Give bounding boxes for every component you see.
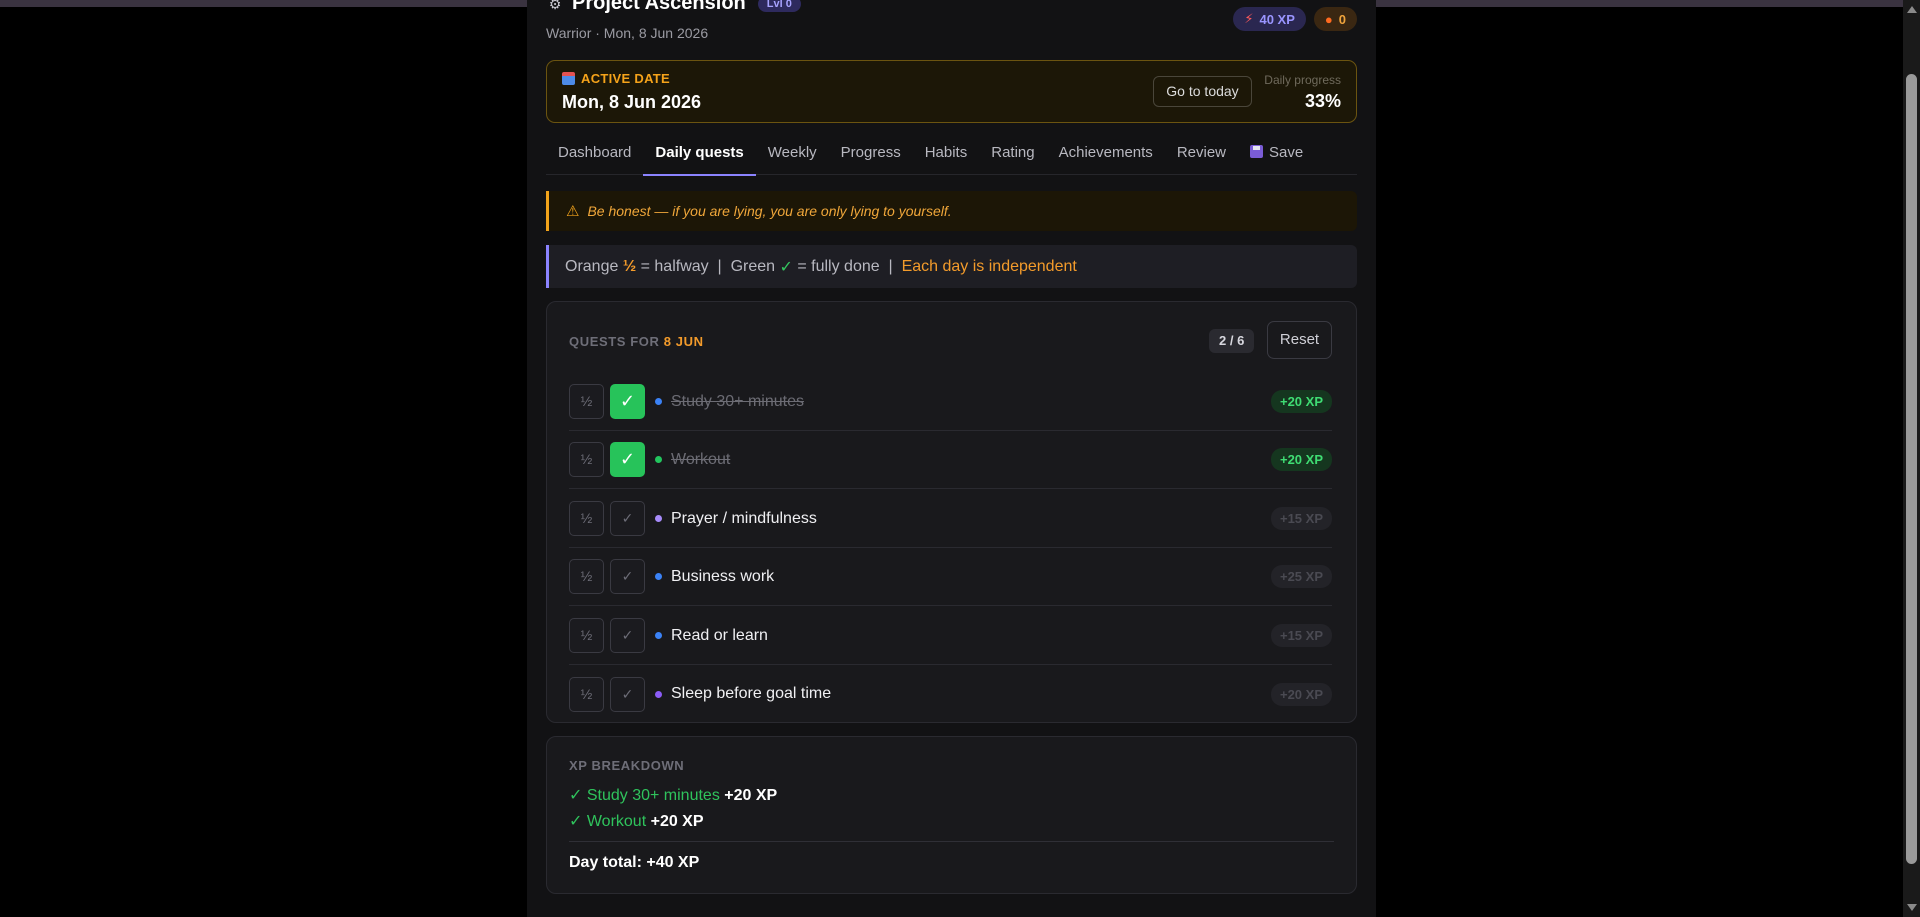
streak-badge: ● 0	[1313, 7, 1357, 31]
app-title: Project Ascension	[572, 0, 746, 14]
quest-name: Workout	[671, 450, 731, 468]
calendar-icon	[562, 72, 575, 85]
header-badges: ⚡ 40 XP ● 0	[1233, 7, 1357, 31]
scroll-down-arrow-icon[interactable]	[1907, 904, 1917, 911]
quest-count-badge: 2 / 6	[1209, 329, 1255, 353]
go-to-today-button[interactable]: Go to today	[1153, 76, 1252, 107]
nav-tabs: Dashboard Daily quests Weekly Progress H…	[546, 137, 1357, 176]
xp-badge: ⚡ 40 XP	[1233, 7, 1306, 31]
xp-line-value: +20 XP	[724, 787, 778, 804]
quest-name: Prayer / mindfulness	[671, 509, 817, 527]
half-done-button[interactable]: ½	[569, 618, 604, 653]
quest-name: Read or learn	[671, 626, 768, 644]
daily-progress-label: Daily progress	[1264, 73, 1341, 87]
quests-heading-date: 8 JUN	[663, 334, 704, 349]
quest-xp-badge: +25 XP	[1270, 565, 1332, 588]
xp-line-name: ✓ Workout	[569, 813, 647, 830]
floppy-disk-icon	[1250, 145, 1263, 158]
complete-checkbox[interactable]: ✓	[610, 618, 645, 653]
tab-dashboard[interactable]: Dashboard	[546, 137, 643, 175]
reset-button[interactable]: Reset	[1267, 321, 1332, 359]
category-dot	[655, 456, 662, 463]
half-done-button[interactable]: ½	[569, 384, 604, 419]
legend-check-symbol: ✓	[779, 258, 793, 276]
page-scrollbar[interactable]	[1903, 0, 1920, 917]
quests-heading-prefix: QUESTS FOR	[569, 334, 664, 349]
quest-name: Study 30+ minutes	[671, 392, 804, 410]
streak-badge-value: 0	[1338, 11, 1346, 27]
tab-daily-quests[interactable]: Daily quests	[643, 137, 757, 176]
quest-name: Sleep before goal time	[671, 685, 832, 702]
quest-xp-badge: +20 XP	[1270, 682, 1332, 706]
legend-independent: Each day is independent	[901, 257, 1077, 275]
xp-breakdown-line: ✓ Study 30+ minutes +20 XP	[569, 785, 777, 805]
active-date-label: ACTIVE DATE	[562, 71, 670, 86]
quest-row: ½ ✓ Workout +20 XP	[569, 431, 1332, 489]
xp-breakdown-card: XP BREAKDOWN ✓ Study 30+ minutes +20 XP …	[546, 736, 1357, 894]
xp-line-value: +20 XP	[650, 813, 704, 830]
quest-xp-badge: +20 XP	[1270, 448, 1332, 471]
level-badge: Lvl 0	[757, 0, 801, 12]
fire-icon: ●	[1324, 11, 1333, 27]
xp-breakdown-heading: XP BREAKDOWN	[569, 758, 685, 773]
tab-review[interactable]: Review	[1165, 137, 1238, 175]
robot-icon: ⚙	[548, 0, 562, 12]
complete-checkbox[interactable]: ✓	[610, 384, 645, 419]
honesty-warning: ⚠ Be honest — if you are lying, you are …	[546, 191, 1357, 231]
quest-row: ½ ✓ Prayer / mindfulness +15 XP	[569, 490, 1332, 548]
warning-text: Be honest — if you are lying, you are on…	[587, 203, 952, 219]
category-dot	[655, 632, 662, 639]
lightning-icon: ⚡	[1244, 11, 1254, 26]
quest-row: ½ ✓ Study 30+ minutes +20 XP	[569, 373, 1332, 431]
half-done-button[interactable]: ½	[569, 442, 604, 477]
half-done-button[interactable]: ½	[569, 501, 604, 536]
scroll-thumb[interactable]	[1906, 74, 1917, 864]
scroll-up-arrow-icon[interactable]	[1907, 6, 1917, 13]
quest-row: ½ ✓ Read or learn +15 XP	[569, 607, 1332, 665]
app-header: ⚙ Project Ascension Lvl 0 Warrior · Mon,…	[546, 0, 1357, 44]
legend-half-symbol: ½	[622, 257, 637, 275]
xp-line-name: ✓ Study 30+ minutes	[569, 787, 720, 804]
tab-achievements[interactable]: Achievements	[1047, 137, 1165, 175]
xp-badge-value: 40 XP	[1259, 11, 1295, 27]
quest-row: ½ ✓ Business work +25 XP	[569, 548, 1332, 606]
active-date-value: Mon, 8 Jun 2026	[562, 92, 702, 112]
warning-icon: ⚠	[566, 203, 580, 220]
tab-save-label: Save	[1269, 144, 1304, 161]
quests-card: QUESTS FOR 8 JUN 2 / 6 Reset ½ ✓ Study 30+…	[546, 301, 1357, 723]
legend-orange-word: Orange	[565, 257, 623, 275]
xp-divider	[569, 841, 1334, 842]
quest-xp-badge: +20 XP	[1270, 390, 1332, 413]
half-done-button[interactable]: ½	[569, 676, 604, 712]
complete-checkbox[interactable]: ✓	[610, 442, 645, 477]
tab-weekly[interactable]: Weekly	[756, 137, 829, 175]
active-date-card: ACTIVE DATE Mon, 8 Jun 2026 Go to today …	[546, 60, 1357, 123]
active-date-label-text: ACTIVE DATE	[581, 71, 671, 86]
quest-xp-badge: +15 XP	[1270, 624, 1332, 647]
complete-checkbox[interactable]: ✓	[610, 676, 645, 712]
quest-name: Business work	[671, 567, 775, 585]
quest-xp-badge: +15 XP	[1270, 507, 1332, 530]
quest-row: ½ ✓ Sleep before goal time +20 XP	[569, 665, 1332, 723]
category-dot	[655, 690, 662, 698]
xp-breakdown-line: ✓ Workout +20 XP	[569, 811, 704, 831]
legend-done-desc: = fully done |	[792, 257, 902, 275]
day-total: Day total: +40 XP	[569, 854, 700, 871]
complete-checkbox[interactable]: ✓	[610, 559, 645, 594]
legend-bar: Orange ½ = halfway | Green ✓ = fully don…	[546, 245, 1357, 288]
tab-habits[interactable]: Habits	[913, 137, 980, 175]
complete-checkbox[interactable]: ✓	[610, 501, 645, 536]
category-dot	[655, 573, 662, 580]
tab-rating[interactable]: Rating	[979, 137, 1046, 175]
category-dot	[655, 398, 662, 405]
app-container: ⚙ Project Ascension Lvl 0 Warrior · Mon,…	[527, 0, 1376, 917]
daily-progress-value: 33%	[1304, 91, 1341, 111]
category-dot	[655, 515, 662, 522]
tab-progress[interactable]: Progress	[829, 137, 913, 175]
quests-heading: QUESTS FOR 8 JUN	[569, 334, 704, 349]
half-done-button[interactable]: ½	[569, 559, 604, 594]
legend-half-desc: = halfway | Green	[636, 257, 780, 275]
tab-save[interactable]: Save	[1238, 137, 1315, 175]
